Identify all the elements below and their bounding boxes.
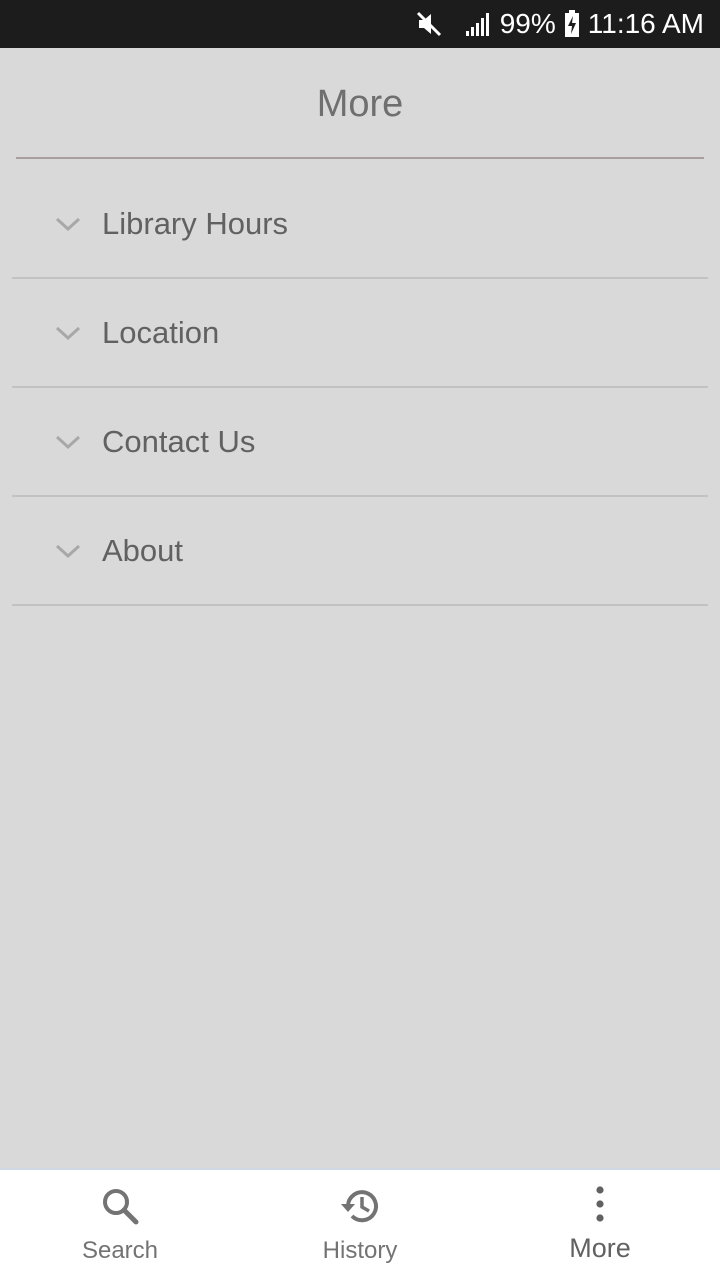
header-divider [16, 157, 704, 159]
menu-item-location[interactable]: Location [12, 279, 708, 388]
battery-percent: 99% [499, 8, 556, 39]
chevron-down-icon [48, 542, 88, 560]
menu-item-library-hours[interactable]: Library Hours [12, 170, 708, 279]
nav-more[interactable]: More [480, 1170, 720, 1280]
chevron-down-icon [48, 433, 88, 451]
nav-more-label: More [569, 1233, 631, 1263]
nav-search-label: Search [81, 1236, 159, 1264]
menu-item-label: Location [102, 314, 220, 350]
signal-icon [464, 11, 492, 37]
history-icon [338, 1186, 382, 1231]
nav-history[interactable]: History [240, 1170, 480, 1280]
menu-item-label: Library Hours [102, 205, 289, 241]
bottom-nav: Search History More [0, 1168, 720, 1280]
menu-item-label: About [102, 532, 184, 568]
nav-history-label: History [322, 1236, 398, 1264]
nav-search[interactable]: Search [0, 1170, 240, 1280]
chevron-down-icon [48, 215, 88, 233]
status-time: 11:16 AM [587, 8, 704, 39]
search-icon [100, 1186, 140, 1231]
menu-item-contact-us[interactable]: Contact Us [12, 388, 708, 497]
status-bar: 99% 11:16 AM [0, 0, 720, 48]
menu-item-label: Contact Us [102, 423, 256, 459]
chevron-down-icon [48, 324, 88, 342]
page-title: More [316, 82, 404, 125]
more-vertical-icon [594, 1186, 606, 1227]
more-menu: Library Hours Location Contact Us About [12, 170, 708, 606]
header: More [0, 48, 720, 160]
battery-charging-icon [564, 10, 580, 38]
menu-item-about[interactable]: About [12, 497, 708, 606]
mute-icon [416, 10, 442, 38]
